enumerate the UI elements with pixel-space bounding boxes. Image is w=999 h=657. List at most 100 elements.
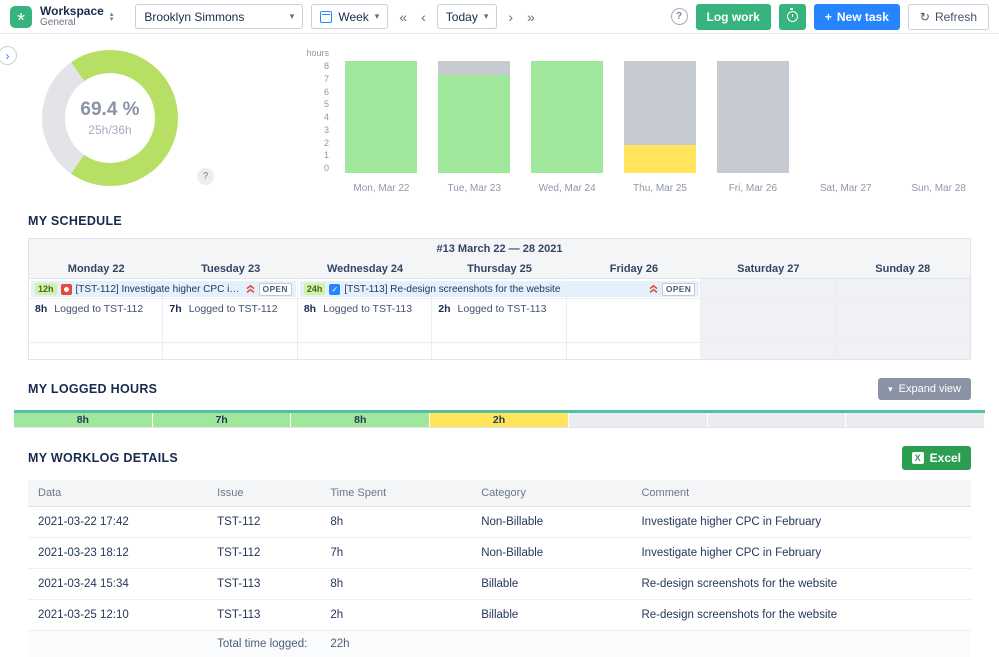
workspace-switcher[interactable]: Workspace General ▴ ▾ xyxy=(40,5,113,28)
table-cell: Billable xyxy=(471,569,631,600)
schedule-task-bar[interactable]: 12h[TST-112] Investigate higher CPC in F… xyxy=(31,281,296,297)
workspace-sort-icon[interactable]: ▴ ▾ xyxy=(110,12,114,22)
table-cell: TST-113 xyxy=(207,569,320,600)
logged-hours-segment: 8h xyxy=(291,413,430,427)
schedule-week-label: #13 March 22 — 28 2021 xyxy=(29,239,970,259)
worklog-header-row-section: MY WORKLOG DETAILS X Excel xyxy=(28,446,971,470)
bar-stack xyxy=(438,61,510,173)
logged-hours-value: 8h xyxy=(304,303,316,315)
refresh-button[interactable]: ↻ Refresh xyxy=(908,4,989,30)
bar-stack xyxy=(903,61,975,173)
donut-help-icon[interactable]: ? xyxy=(197,168,214,185)
schedule-cell xyxy=(432,343,566,359)
table-cell: TST-112 xyxy=(207,538,320,569)
table-cell: TST-112 xyxy=(207,507,320,538)
bar-chart-category-label: Wed, Mar 24 xyxy=(539,183,596,194)
user-select[interactable]: Brooklyn Simmons ▾ xyxy=(135,4,303,29)
total-empty-cell xyxy=(631,631,971,657)
bar-stack xyxy=(810,61,882,173)
donut-center: 69.4 % 25h/36h xyxy=(65,73,155,163)
topbar: * Workspace General ▴ ▾ Brooklyn Simmons… xyxy=(0,0,999,34)
log-work-button[interactable]: Log work xyxy=(696,4,771,30)
logo-icon: * xyxy=(17,16,25,26)
bar-chart-day: Sun, Mar 28 xyxy=(892,61,985,194)
table-cell: 2021-03-22 17:42 xyxy=(28,507,207,538)
plus-icon: + xyxy=(825,10,832,24)
schedule-cell xyxy=(836,343,970,359)
next-period-fast-button[interactable]: » xyxy=(524,9,538,25)
table-cell: 8h xyxy=(320,507,471,538)
excel-icon: X xyxy=(912,452,924,464)
schedule-day-header: Wednesday 24 xyxy=(298,259,432,279)
table-cell: 2021-03-25 12:10 xyxy=(28,600,207,631)
bar-segment-logged xyxy=(438,75,510,173)
app-logo[interactable]: * xyxy=(10,6,32,28)
user-select-value: Brooklyn Simmons xyxy=(144,10,244,24)
bar-chart-yaxis: hours 876543210 xyxy=(301,48,335,194)
bar-chart-day: Tue, Mar 23 xyxy=(428,61,521,194)
schedule-cell: 2hLogged to TST-113 xyxy=(432,299,566,343)
table-cell: 8h xyxy=(320,569,471,600)
bar-chart-yticks: 876543210 xyxy=(301,61,329,173)
table-cell: Non-Billable xyxy=(471,538,631,569)
table-cell: Investigate higher CPC in February xyxy=(631,538,971,569)
donut-percent: 69.4 % xyxy=(80,99,139,121)
calendar-icon xyxy=(320,11,332,23)
table-row: 2021-03-23 18:12TST-1127hNon-BillableInv… xyxy=(28,538,971,569)
timer-button[interactable] xyxy=(779,4,806,30)
new-task-button[interactable]: + New task xyxy=(814,4,900,30)
charts-row: 69.4 % 25h/36h ? hours 876543210 Mon, Ma… xyxy=(0,34,999,194)
schedule-cell xyxy=(836,279,970,299)
status-badge: OPEN xyxy=(259,283,292,296)
schedule-task-bar[interactable]: 24h✓[TST-113] Re-design screenshots for … xyxy=(300,281,699,297)
logged-hours-value: 8h xyxy=(35,303,47,315)
today-button[interactable]: Today ▾ xyxy=(437,4,498,29)
bar-segment-required xyxy=(624,61,696,145)
bar-chart-day: Thu, Mar 25 xyxy=(614,61,707,194)
worklog-header-row: DataIssueTime SpentCategoryComment xyxy=(28,480,971,507)
stopwatch-icon xyxy=(787,11,798,22)
bar-chart-day: Fri, Mar 26 xyxy=(706,61,799,194)
schedule-cell: 8h Logged to TST-113 xyxy=(298,299,432,343)
schedule-day-header: Thursday 25 xyxy=(432,259,566,279)
hours-bar-chart: hours 876543210 Mon, Mar 22Tue, Mar 23We… xyxy=(301,48,985,194)
table-row: 2021-03-25 12:10TST-1132hBillableRe-desi… xyxy=(28,600,971,631)
bar-segment-logged xyxy=(531,61,603,173)
bar-segment-required xyxy=(717,61,789,173)
prev-period-fast-button[interactable]: « xyxy=(396,9,410,25)
table-row: 2021-03-24 15:34TST-1138hBillableRe-desi… xyxy=(28,569,971,600)
expand-view-label: Expand view xyxy=(899,383,961,395)
y-tick-label: 3 xyxy=(301,125,329,135)
y-axis-unit-label: hours xyxy=(301,48,329,61)
period-select[interactable]: Week ▾ xyxy=(311,4,388,29)
schedule-cell xyxy=(836,299,970,343)
table-cell: 7h xyxy=(320,538,471,569)
donut-ratio: 25h/36h xyxy=(88,123,131,137)
bar-chart-category-label: Sat, Mar 27 xyxy=(820,183,872,194)
expand-view-button[interactable]: ▾ Expand view xyxy=(878,378,971,400)
task-title: [TST-113] Re-design screenshots for the … xyxy=(344,284,644,295)
completion-donut: 69.4 % 25h/36h ? xyxy=(42,50,277,194)
next-period-button[interactable]: › xyxy=(505,9,516,25)
chevron-down-icon: ▾ xyxy=(888,384,893,395)
table-cell: TST-113 xyxy=(207,600,320,631)
column-header: Comment xyxy=(631,480,971,507)
priority-highest-icon xyxy=(246,284,255,294)
total-value: 22h xyxy=(320,631,471,657)
logged-hours-value: 2h xyxy=(438,303,450,315)
bar-chart-plot: Mon, Mar 22Tue, Mar 23Wed, Mar 24Thu, Ma… xyxy=(335,48,985,194)
export-excel-button[interactable]: X Excel xyxy=(902,446,971,470)
table-cell: Re-design screenshots for the website xyxy=(631,600,971,631)
schedule-cell xyxy=(298,343,432,359)
today-label: Today xyxy=(446,10,478,24)
schedule-day-header: Tuesday 23 xyxy=(163,259,297,279)
help-icon[interactable]: ? xyxy=(671,8,688,25)
y-tick-label: 7 xyxy=(301,74,329,84)
sort-down-icon: ▾ xyxy=(110,17,114,22)
priority-highest-icon xyxy=(649,284,658,294)
table-cell: Billable xyxy=(471,600,631,631)
bar-segment-logged-billable xyxy=(624,145,696,173)
prev-period-button[interactable]: ‹ xyxy=(418,9,429,25)
table-cell: 2021-03-24 15:34 xyxy=(28,569,207,600)
logged-text: Logged to TST-113 xyxy=(323,303,412,315)
